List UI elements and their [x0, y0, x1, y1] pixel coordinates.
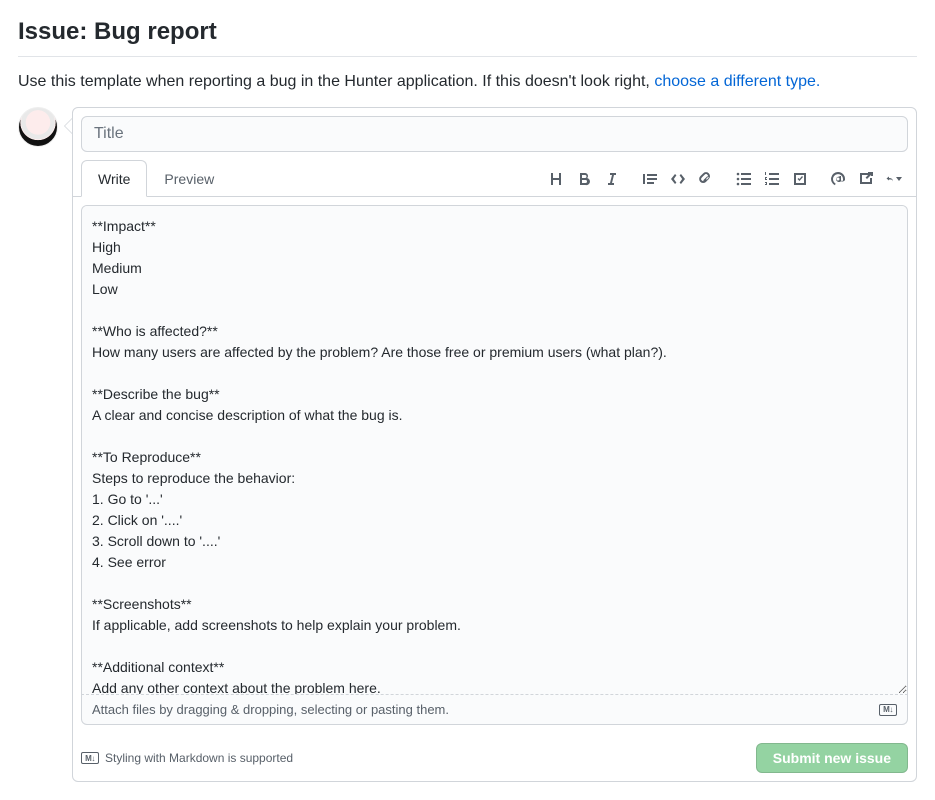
tab-preview[interactable]: Preview — [147, 160, 231, 197]
bold-icon[interactable] — [576, 171, 592, 187]
subtitle-text: Use this template when reporting a bug i… — [18, 73, 654, 90]
speech-caret — [64, 118, 72, 134]
markdown-badge-icon[interactable]: M↓ — [879, 704, 897, 716]
markdown-help-text: Styling with Markdown is supported — [105, 751, 293, 765]
subtitle: Use this template when reporting a bug i… — [18, 73, 917, 91]
italic-icon[interactable] — [604, 171, 620, 187]
markdown-badge-icon: M↓ — [81, 752, 99, 764]
mention-icon[interactable] — [830, 171, 846, 187]
title-input[interactable] — [81, 116, 908, 152]
avatar[interactable] — [18, 107, 58, 147]
submit-button[interactable]: Submit new issue — [756, 743, 908, 773]
page-title: Issue: Bug report — [18, 18, 917, 57]
tabs-bar: Write Preview — [73, 160, 916, 197]
link-icon[interactable] — [698, 171, 714, 187]
quote-icon[interactable] — [642, 171, 658, 187]
toolbar — [548, 171, 908, 187]
composer: Write Preview — [72, 107, 917, 782]
attach-hint: Attach files by dragging & dropping, sel… — [92, 702, 449, 717]
cross-reference-icon[interactable] — [858, 171, 874, 187]
attach-bar[interactable]: Attach files by dragging & dropping, sel… — [81, 695, 908, 725]
code-icon[interactable] — [670, 171, 686, 187]
chevron-down-icon — [896, 177, 902, 181]
composer-row: Write Preview — [18, 107, 917, 782]
tab-write[interactable]: Write — [81, 160, 147, 197]
tasklist-icon[interactable] — [792, 171, 808, 187]
choose-type-link[interactable]: choose a different type. — [654, 73, 820, 90]
numbered-list-icon[interactable] — [764, 171, 780, 187]
issue-body-textarea[interactable] — [81, 205, 908, 695]
reply-icon[interactable] — [886, 171, 902, 187]
markdown-help[interactable]: M↓ Styling with Markdown is supported — [81, 751, 293, 765]
bulleted-list-icon[interactable] — [736, 171, 752, 187]
heading-icon[interactable] — [548, 171, 564, 187]
